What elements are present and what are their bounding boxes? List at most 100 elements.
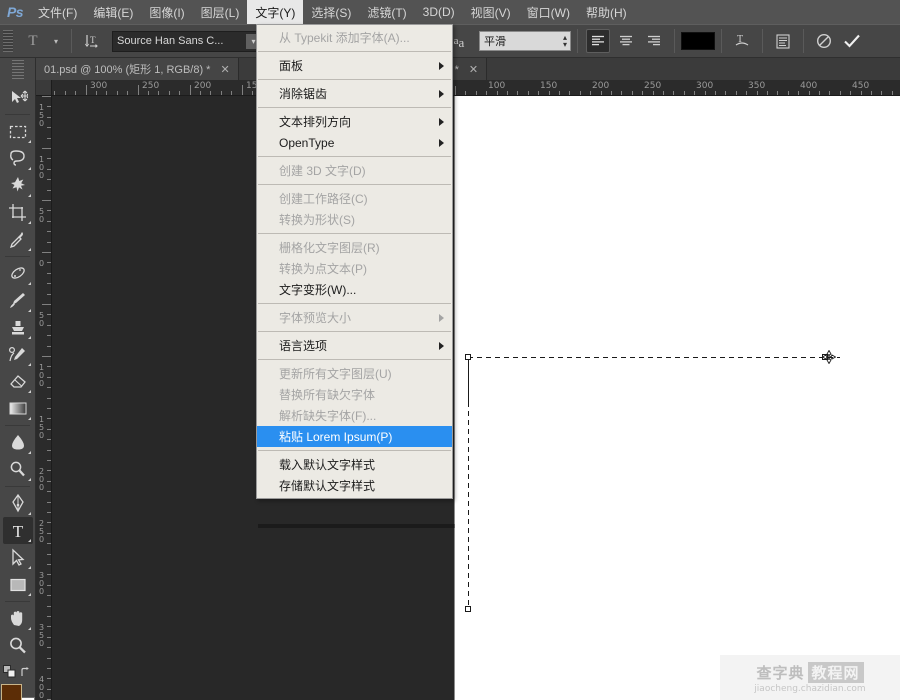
handle-bottom-left[interactable] bbox=[465, 606, 471, 612]
menu-item-4[interactable]: 文字(Y) bbox=[247, 0, 304, 24]
menu-option-label: 从 Typekit 添加字体(A)... bbox=[279, 31, 410, 45]
menu-option-16[interactable]: 粘贴 Lorem Ipsum(P) bbox=[257, 426, 452, 447]
menu-option-3[interactable]: 文本排列方向 bbox=[257, 111, 452, 132]
align-left-icon bbox=[592, 35, 604, 46]
crop-tool-icon[interactable] bbox=[3, 199, 33, 226]
ruler-tick bbox=[601, 91, 602, 95]
hand-tool-icon[interactable] bbox=[3, 605, 33, 632]
type-tool-icon[interactable]: T bbox=[21, 29, 45, 53]
ruler-tick bbox=[47, 564, 51, 565]
handle-top-left[interactable] bbox=[465, 354, 471, 360]
ruler-label-vertical: 50 bbox=[38, 311, 45, 328]
ruler-tick bbox=[47, 325, 51, 326]
spot-healing-brush-tool-icon[interactable] bbox=[3, 260, 33, 287]
menu-option-10[interactable]: 文字变形(W)... bbox=[257, 279, 452, 300]
eraser-tool-icon[interactable] bbox=[3, 368, 33, 395]
color-controls-mini bbox=[0, 665, 35, 679]
document-tab-0[interactable]: 01.psd @ 100% (矩形 1, RGB/8) * ✕ bbox=[36, 58, 239, 80]
ruler-tick bbox=[694, 91, 695, 95]
font-family-select[interactable]: Source Han Sans C... ▾ bbox=[112, 30, 264, 52]
menu-separator bbox=[258, 107, 451, 108]
menu-items-container: 文件(F) 编辑(E) 图像(I) 图层(L) 文字(Y) 选择(S) 滤镜(T) 3D(D)… bbox=[30, 0, 635, 24]
antialias-select[interactable]: 平滑 ▴ ▾ bbox=[479, 31, 571, 51]
type-tool-icon[interactable]: T bbox=[2, 517, 33, 544]
menu-item-6[interactable]: 滤镜(T) bbox=[359, 0, 414, 24]
dodge-tool-icon[interactable] bbox=[3, 456, 33, 483]
ruler-tick bbox=[47, 127, 51, 128]
menu-item-8[interactable]: 视图(V) bbox=[463, 0, 519, 24]
text-orientation-icon[interactable]: T bbox=[80, 29, 104, 53]
zoom-tool-icon[interactable] bbox=[3, 632, 33, 659]
menu-item-label: 帮助(H) bbox=[585, 5, 627, 20]
rectangle-tool-icon[interactable] bbox=[3, 571, 33, 598]
menu-option-label: 替换所有缺欠字体 bbox=[279, 388, 376, 402]
cancel-button[interactable] bbox=[812, 29, 836, 53]
tool-preset-caret-icon[interactable]: ▾ bbox=[49, 29, 63, 53]
menu-option-12[interactable]: 语言选项 bbox=[257, 335, 452, 356]
menu-item-label: 窗口(W) bbox=[526, 5, 570, 20]
path-selection-tool-icon[interactable] bbox=[3, 544, 33, 571]
ruler-tick bbox=[47, 429, 51, 430]
tool-group-indicator-icon bbox=[27, 627, 31, 630]
ruler-tick bbox=[590, 91, 591, 95]
menu-item-9[interactable]: 窗口(W) bbox=[519, 0, 578, 24]
text-bounding-box[interactable] bbox=[465, 354, 840, 612]
stepper-icon[interactable]: ▴ ▾ bbox=[563, 34, 567, 49]
toolbox-grip[interactable] bbox=[11, 60, 24, 80]
pen-tool-icon[interactable] bbox=[3, 490, 33, 517]
menu-option-17[interactable]: 载入默认文字样式 bbox=[257, 454, 452, 475]
vertical-ruler[interactable]: 150 100 50 0 50 100 150 200 250 300 350 400 bbox=[36, 96, 52, 700]
ruler-tick bbox=[47, 668, 51, 669]
align-center-button[interactable] bbox=[614, 29, 638, 53]
menu-option-13: 更新所有文字图层(U) bbox=[257, 363, 452, 384]
close-icon[interactable]: ✕ bbox=[220, 63, 229, 76]
menu-option-2[interactable]: 消除锯齿 bbox=[257, 83, 452, 104]
ruler-label: 250 bbox=[644, 81, 662, 91]
menu-separator bbox=[258, 79, 451, 80]
lasso-tool-icon[interactable] bbox=[3, 145, 33, 172]
foreground-color-swatch[interactable] bbox=[0, 684, 22, 700]
clone-stamp-tool-icon[interactable] bbox=[3, 314, 33, 341]
options-bar-grip[interactable] bbox=[3, 30, 13, 52]
menu-item-2[interactable]: 图像(I) bbox=[141, 0, 192, 24]
toggle-panels-button[interactable] bbox=[771, 29, 795, 53]
menu-item-10[interactable]: 帮助(H) bbox=[578, 0, 635, 24]
menu-item-3[interactable]: 图层(L) bbox=[193, 0, 248, 24]
ruler-tick bbox=[242, 85, 243, 95]
rectangular-marquee-tool-icon[interactable] bbox=[3, 118, 33, 145]
gradient-tool-icon[interactable] bbox=[3, 395, 33, 422]
menu-item-5[interactable]: 选择(S) bbox=[303, 0, 359, 24]
watermark-brand-secondary: 教程网 bbox=[807, 661, 864, 683]
align-left-button[interactable] bbox=[586, 29, 610, 53]
document-canvas[interactable] bbox=[455, 96, 900, 700]
menu-item-0[interactable]: 文件(F) bbox=[30, 0, 85, 24]
menu-option-1[interactable]: 面板 bbox=[257, 55, 452, 76]
history-brush-tool-icon[interactable] bbox=[3, 341, 33, 368]
tool-group-indicator-icon bbox=[27, 194, 31, 197]
ruler-corner[interactable] bbox=[36, 80, 52, 96]
text-color-swatch[interactable] bbox=[681, 32, 715, 50]
close-icon[interactable]: ✕ bbox=[469, 63, 478, 76]
eyedropper-tool-icon[interactable] bbox=[3, 226, 33, 253]
ruler-tick bbox=[705, 91, 706, 95]
ruler-tick bbox=[190, 85, 191, 95]
ruler-tick bbox=[840, 91, 841, 95]
menu-item-1[interactable]: 编辑(E) bbox=[85, 0, 141, 24]
align-right-button[interactable] bbox=[642, 29, 666, 53]
blur-tool-icon[interactable] bbox=[3, 429, 33, 456]
text-orientation-glyph: T bbox=[85, 35, 98, 48]
commit-button[interactable] bbox=[840, 29, 864, 53]
move-tool-icon[interactable] bbox=[3, 84, 33, 111]
menu-item-7[interactable]: 3D(D) bbox=[415, 0, 463, 24]
menu-separator bbox=[258, 303, 451, 304]
swap-colors-icon[interactable] bbox=[19, 666, 32, 679]
warp-text-button[interactable]: T bbox=[730, 29, 754, 53]
default-colors-icon[interactable] bbox=[3, 665, 17, 679]
menu-option-18[interactable]: 存储默认文字样式 bbox=[257, 475, 452, 496]
menu-option-4[interactable]: OpenType bbox=[257, 132, 452, 153]
ruler-tick bbox=[632, 91, 633, 95]
ruler-tick bbox=[559, 91, 560, 95]
brush-tool-icon[interactable] bbox=[3, 287, 33, 314]
quick-selection-tool-icon[interactable] bbox=[3, 172, 33, 199]
horizontal-ruler[interactable]: 300250200150100150200250300350400450500 bbox=[36, 80, 900, 96]
